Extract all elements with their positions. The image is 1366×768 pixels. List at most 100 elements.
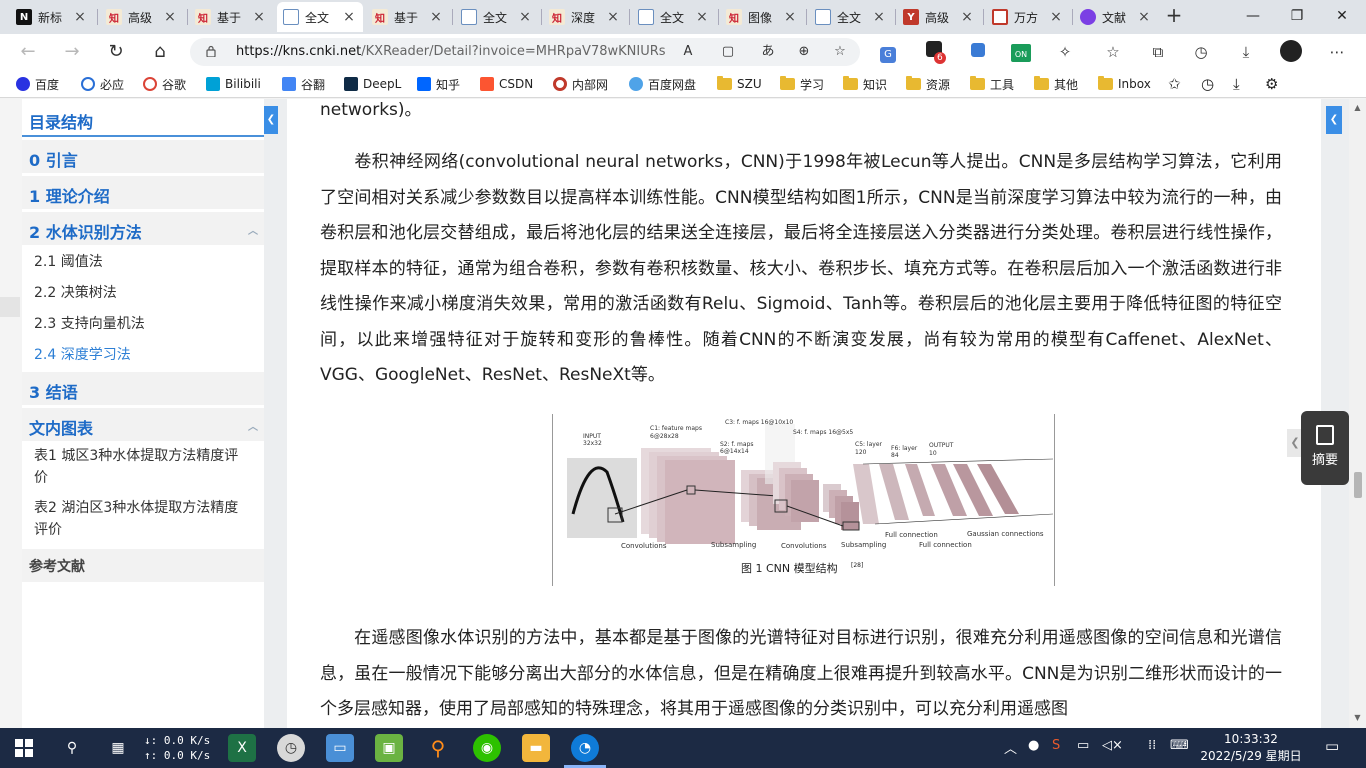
bookmark-google[interactable]: 谷歌 xyxy=(143,74,186,94)
tab-2[interactable]: 知 高级 × xyxy=(100,2,184,32)
task-view-icon[interactable]: ▦ xyxy=(104,734,132,762)
close-icon[interactable]: × xyxy=(517,9,533,25)
extensions-puzzle-icon[interactable]: ✧ xyxy=(1053,40,1077,64)
chevron-up-icon[interactable]: ︿ xyxy=(248,418,258,433)
scroll-down-arrow[interactable]: ▼ xyxy=(1353,713,1362,722)
bookmark-google-translate[interactable]: 谷翻 xyxy=(282,74,325,94)
translate-extension-icon[interactable]: G xyxy=(876,40,900,64)
toc-subsection-2-1[interactable]: 2.1 阈值法 xyxy=(22,245,264,276)
add-favorite-icon[interactable]: ☆ xyxy=(830,42,850,62)
tray-chevron-up-icon[interactable]: ︿ xyxy=(1004,738,1017,757)
bookmark-zhihu[interactable]: 知乎 xyxy=(417,74,460,94)
more-menu-icon[interactable]: ⋯ xyxy=(1325,40,1349,64)
home-icon[interactable]: ⌂ xyxy=(148,40,172,64)
close-icon[interactable]: × xyxy=(162,9,178,25)
collapse-right-panel-button[interactable]: ❮ xyxy=(1326,106,1342,134)
volume-mute-icon[interactable]: ◁× xyxy=(1102,738,1123,753)
close-icon[interactable]: × xyxy=(605,9,621,25)
scroll-up-arrow[interactable]: ▲ xyxy=(1353,103,1362,112)
toc-subsection-2-2[interactable]: 2.2 决策树法 xyxy=(22,276,264,307)
tab-6[interactable]: 全文 × xyxy=(455,2,539,32)
restore-button[interactable]: ❐ xyxy=(1275,0,1319,34)
keyboard-icon[interactable]: ⌨ xyxy=(1170,738,1189,753)
abstract-button[interactable]: 摘要 xyxy=(1301,411,1349,485)
monitor-app-icon[interactable]: ▭ xyxy=(326,734,354,762)
ime-grid-icon[interactable]: ⁞⁞ xyxy=(1148,738,1156,753)
bookmark-folder-study[interactable]: 学习 xyxy=(780,74,824,94)
new-tab-button[interactable]: + xyxy=(1162,4,1186,28)
shopping-bag-icon[interactable]: ▣ xyxy=(375,734,403,762)
tab-3[interactable]: 知 基于 × xyxy=(189,2,273,32)
profile-avatar[interactable] xyxy=(1279,40,1303,64)
toc-references[interactable]: 参考文献 xyxy=(22,549,264,582)
close-icon[interactable]: × xyxy=(341,9,357,25)
close-icon[interactable]: × xyxy=(782,9,798,25)
zoom-icon[interactable]: ⊕ xyxy=(794,42,814,62)
chevron-up-icon[interactable]: ︿ xyxy=(248,222,258,237)
collections-icon[interactable]: ⧉ xyxy=(1146,40,1170,64)
bookmark-folder-resources[interactable]: 资源 xyxy=(906,74,950,94)
toc-table-1[interactable]: 表1 城区3种水体提取方法精度评价 xyxy=(22,441,264,493)
minimize-button[interactable]: — xyxy=(1231,0,1275,34)
download-icon[interactable]: ⤓ xyxy=(1233,74,1240,94)
edge-browser-icon[interactable]: ◔ xyxy=(571,734,599,762)
favorites-star-icon[interactable]: ✩ xyxy=(1168,74,1181,94)
history-icon[interactable]: ◷ xyxy=(1189,40,1213,64)
excel-icon[interactable]: X xyxy=(228,734,256,762)
close-icon[interactable]: × xyxy=(871,9,887,25)
toc-section-3[interactable]: 3 结语 xyxy=(22,372,264,405)
toc-subsection-2-4[interactable]: 2.4 深度学习法 xyxy=(22,338,264,369)
tab-11[interactable]: Y 高级 × xyxy=(897,2,981,32)
scroll-thumb[interactable] xyxy=(1354,472,1362,498)
reading-view-icon[interactable]: ▢ xyxy=(718,42,738,62)
search-icon[interactable]: ⚲ xyxy=(58,734,86,762)
system-clock[interactable]: 10:33:32 2022/5/29 星期日 xyxy=(1196,731,1306,765)
close-icon[interactable]: × xyxy=(959,9,975,25)
bookmark-intranet[interactable]: 内部网 xyxy=(553,74,608,94)
tab-4-active[interactable]: 全文 × xyxy=(277,2,363,32)
bookmark-folder-inbox[interactable]: Inbox xyxy=(1098,74,1151,94)
bookmark-deepl[interactable]: DeepL xyxy=(344,74,401,94)
close-icon[interactable]: × xyxy=(72,9,88,25)
bookmark-bing[interactable]: 必应 xyxy=(81,74,124,94)
wechat-icon[interactable]: ◉ xyxy=(473,734,501,762)
bookmark-bilibili[interactable]: Bilibili xyxy=(206,74,261,94)
bookmark-baidu-pan[interactable]: 百度网盘 xyxy=(629,74,696,94)
forward-arrow-icon[interactable]: → xyxy=(60,40,84,64)
toc-table-2[interactable]: 表2 湖泊区3种水体提取方法精度评价 xyxy=(22,493,264,545)
grid-extension-icon[interactable] xyxy=(966,40,990,64)
tab-13[interactable]: 文献 × xyxy=(1074,2,1158,32)
bookmark-folder-tools[interactable]: 工具 xyxy=(970,74,1014,94)
downloads-icon[interactable]: ⤓ xyxy=(1234,40,1258,64)
close-icon[interactable]: × xyxy=(694,9,710,25)
back-arrow-icon[interactable]: ← xyxy=(16,40,40,64)
toc-section-1[interactable]: 1 理论介绍 xyxy=(22,176,264,209)
on-toggle-extension-icon[interactable]: ON xyxy=(1009,40,1033,64)
bookmark-folder-szu[interactable]: SZU xyxy=(717,74,762,94)
wechat-tray-icon[interactable]: ● xyxy=(1028,738,1039,753)
gutter-handle[interactable] xyxy=(0,297,20,317)
tab-5[interactable]: 知 基于 × xyxy=(366,2,450,32)
tab-8[interactable]: 全文 × xyxy=(632,2,716,32)
bookmark-folder-knowledge[interactable]: 知识 xyxy=(843,74,887,94)
tab-10[interactable]: 全文 × xyxy=(809,2,893,32)
bookmark-folder-other[interactable]: 其他 xyxy=(1034,74,1078,94)
toc-section-0[interactable]: 0 引言 xyxy=(22,140,264,173)
close-icon[interactable]: × xyxy=(428,9,444,25)
tab-9[interactable]: 知 图像 × xyxy=(720,2,804,32)
page-scrollbar[interactable]: ▲ ▼ xyxy=(1349,99,1366,728)
collapse-sidebar-button[interactable]: ❮ xyxy=(264,106,278,134)
tab-12[interactable]: 万方 × xyxy=(986,2,1070,32)
file-explorer-icon[interactable]: ▬ xyxy=(522,734,550,762)
close-icon[interactable]: × xyxy=(1048,9,1064,25)
bookmark-baidu[interactable]: 百度 xyxy=(16,74,59,94)
bookmark-csdn[interactable]: CSDN xyxy=(480,74,533,94)
toc-section-2[interactable]: 2 水体识别方法 ︿ xyxy=(22,212,264,245)
clock-app-icon[interactable]: ◷ xyxy=(277,734,305,762)
toc-figures-section[interactable]: 文内图表 ︿ xyxy=(22,408,264,441)
extension-badge-icon[interactable]: 6 xyxy=(922,40,946,64)
address-bar[interactable]: https://kns.cnki.net/KXReader/Detail?inv… xyxy=(190,38,860,66)
reload-icon[interactable]: ↻ xyxy=(104,40,128,64)
tab-1[interactable]: N 新标 × xyxy=(10,2,94,32)
read-aloud-icon[interactable]: A xyxy=(678,42,698,62)
